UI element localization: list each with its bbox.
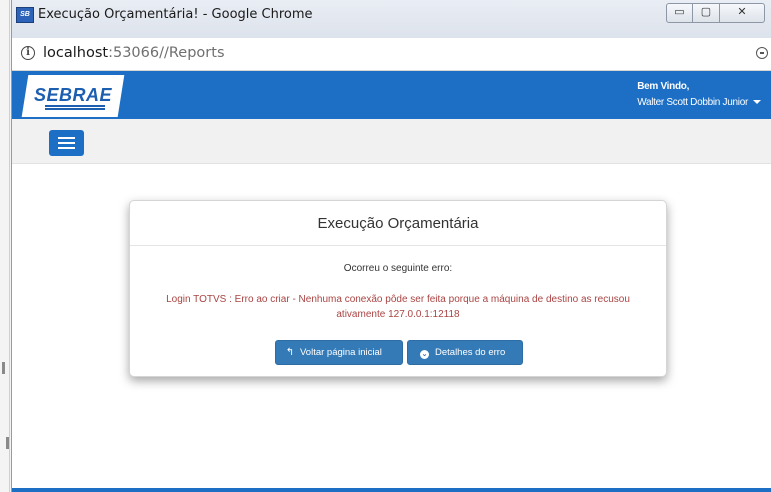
sebrae-logo[interactable]: SEBRAE — [34, 85, 112, 106]
close-button[interactable]: ✕ — [720, 3, 765, 23]
hamburger-icon-line — [58, 142, 75, 144]
details-button-label: Detalhes do erro — [435, 347, 506, 358]
url-path: :53066//Reports — [108, 45, 225, 61]
window-title: Execução Orçamentária! - Google Chrome — [38, 7, 313, 22]
app-icon: SB — [16, 7, 34, 23]
error-subtitle: Ocorreu o seguinte erro: — [343, 263, 453, 274]
maximize-button[interactable]: ▢ — [693, 3, 720, 23]
back-to-home-button[interactable]: ↰ Voltar página inicial — [275, 340, 403, 365]
error-message: Login TOTVS : Erro ao criar - Nenhuma co… — [166, 294, 630, 320]
error-details-button[interactable]: ⌄ Detalhes do erro — [407, 340, 523, 365]
address-bar[interactable]: i localhost:53066//Reports — [12, 38, 771, 71]
logo-underline — [45, 105, 105, 111]
error-dialog: Execução Orçamentária Ocorreu o seguinte… — [129, 200, 667, 377]
reply-arrow-icon: ↰ — [285, 347, 295, 358]
background-window-border — [9, 0, 10, 492]
site-header: SEBRAE Bem Vindo, Walter Scott Dobbin Ju… — [12, 71, 771, 119]
user-menu[interactable]: Bem Vindo, Walter Scott Dobbin Junior — [637, 81, 761, 108]
chevron-circle-icon: ⌄ — [420, 350, 429, 359]
sub-header — [12, 119, 771, 164]
background-window-mark — [6, 437, 9, 449]
user-name[interactable]: Walter Scott Dobbin Junior — [637, 97, 748, 108]
hamburger-icon-line — [58, 147, 75, 149]
url-text[interactable]: localhost:53066//Reports — [43, 45, 225, 61]
caret-down-icon[interactable] — [753, 100, 761, 105]
dialog-title: Execução Orçamentária — [130, 201, 666, 246]
hamburger-icon — [58, 137, 75, 139]
zoom-out-icon[interactable] — [756, 47, 768, 59]
menu-toggle-button[interactable] — [49, 130, 84, 156]
info-icon[interactable]: i — [21, 46, 35, 60]
back-button-label: Voltar página inicial — [300, 347, 382, 358]
url-host: localhost — [43, 45, 109, 61]
background-window-edge — [0, 0, 11, 492]
title-bar[interactable]: SB Execução Orçamentária! - Google Chrom… — [12, 0, 771, 38]
background-window-mark — [2, 362, 5, 374]
footer-line — [12, 488, 771, 492]
minimize-button[interactable]: ▭ — [666, 3, 693, 23]
browser-window: SB Execução Orçamentária! - Google Chrom… — [11, 0, 771, 492]
welcome-text: Bem Vindo, — [637, 81, 690, 92]
